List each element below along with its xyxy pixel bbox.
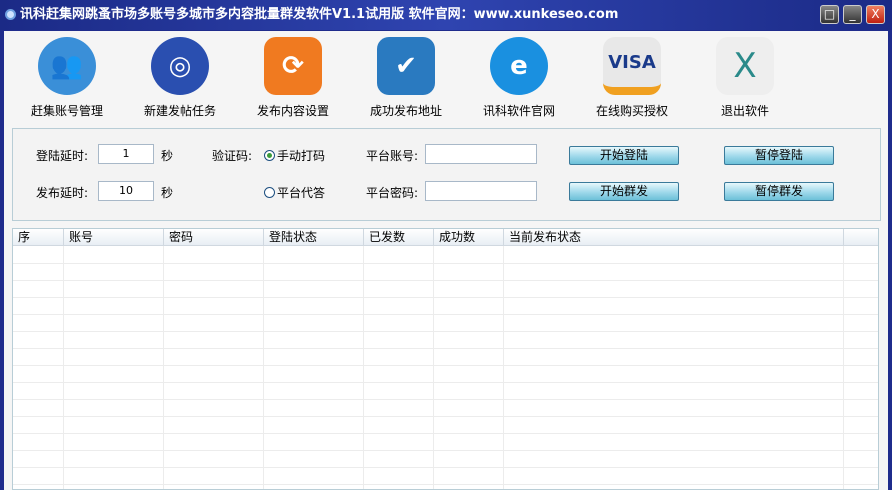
grid-line [843, 246, 844, 489]
grid-line [13, 399, 878, 400]
close-button[interactable]: X [866, 5, 885, 24]
browser-check-icon: ✔ [377, 37, 435, 95]
login-delay-input[interactable]: 1 [98, 144, 154, 164]
start-post-button[interactable]: 开始群发 [569, 182, 679, 201]
toolbar-label: 成功发布地址 [369, 104, 442, 118]
grid-line [13, 263, 878, 264]
grid-line [13, 280, 878, 281]
grid-line [13, 331, 878, 332]
captcha-label: 验证码: [212, 149, 253, 163]
maximize-button[interactable]: □ [820, 5, 839, 24]
radio-unchecked-icon [264, 187, 275, 198]
accounts-table: 序账号 密码 登陆状态 已发数 成功数 当前发布状态 [12, 228, 879, 490]
pause-post-button[interactable]: 暂停群发 [724, 182, 834, 201]
main-window: 👥 赶集账号管理 ◎ 新建发帖任务 ⟳ 发布内容设置 ✔ 成功发布地址 e 讯科软件官网 VISA 在… [4, 31, 888, 490]
captcha-platform-radio[interactable]: 平台代答 [264, 184, 325, 201]
grid-line [13, 297, 878, 298]
account-input[interactable] [425, 144, 537, 164]
toolbar-label: 发布内容设置 [256, 104, 329, 118]
column-header[interactable]: 已发数 [364, 229, 434, 246]
captcha-manual-radio[interactable]: 手动打码 [264, 147, 325, 164]
grid-line [13, 433, 878, 434]
grid-line [13, 450, 878, 451]
grid-line [13, 467, 878, 468]
grid-line [13, 314, 878, 315]
grid-line [13, 348, 878, 349]
password-input[interactable] [425, 181, 537, 201]
grid-line [13, 484, 878, 485]
password-label: 平台密码: [366, 186, 419, 200]
column-header[interactable]: 账号 [64, 229, 164, 246]
toolbar-button-users[interactable]: 👥 赶集账号管理 [12, 34, 122, 119]
grid-line [13, 416, 878, 417]
column-header[interactable] [844, 229, 878, 246]
visa-card-icon: VISA [603, 37, 661, 95]
settings-panel: 登陆延时: 1 秒 发布延时: 10 秒 验证码: 手动打码 平台代答 平台账号… [12, 128, 881, 221]
sync-icon: ⟳ [264, 37, 322, 95]
toolbar-button-sync[interactable]: ⟳ 发布内容设置 [238, 34, 348, 119]
start-login-button[interactable]: 开始登陆 [569, 146, 679, 165]
ie-browser-icon: e [490, 37, 548, 95]
title-bar: 讯科赶集网跳蚤市场多账号多城市多内容批量群发软件V1.1试用版 软件官网：www… [0, 0, 892, 30]
radio-label: 平台代答 [277, 186, 326, 200]
column-header[interactable]: 密码 [164, 229, 264, 246]
column-header[interactable]: 登陆状态 [264, 229, 364, 246]
window-title: 讯科赶集网跳蚤市场多账号多城市多内容批量群发软件V1.1试用版 软件官网：www… [20, 7, 619, 22]
toolbar-button-browser-check[interactable]: ✔ 成功发布地址 [351, 34, 461, 119]
column-header[interactable]: 序 [13, 229, 64, 246]
toolbar-label: 新建发帖任务 [143, 104, 216, 118]
sec-label: 秒 [161, 149, 174, 163]
grid-line [433, 246, 434, 489]
sec-label: 秒 [161, 186, 174, 200]
toolbar-button-exit-x[interactable]: X 退出软件 [690, 34, 800, 119]
toolbar-label: 讯科软件官网 [482, 104, 555, 118]
toolbar-label: 在线购买授权 [595, 104, 668, 118]
toolbar-button-ie-browser[interactable]: e 讯科软件官网 [464, 34, 574, 119]
table-header: 序账号 密码 登陆状态 已发数 成功数 当前发布状态 [13, 229, 878, 246]
grid-line [163, 246, 164, 489]
grid-line [503, 246, 504, 489]
exit-x-icon: X [716, 37, 774, 95]
toolbar-button-visa-card[interactable]: VISA 在线购买授权 [577, 34, 687, 119]
radio-checked-icon [264, 150, 275, 161]
grid-line [363, 246, 364, 489]
account-label: 平台账号: [366, 149, 419, 163]
radio-label: 手动打码 [277, 149, 326, 163]
toolbar-label: 退出软件 [720, 104, 769, 118]
grid-line [63, 246, 64, 489]
pause-login-button[interactable]: 暂停登陆 [724, 146, 834, 165]
minimize-button[interactable]: _ [843, 5, 862, 24]
globe-refresh-icon: ◎ [151, 37, 209, 95]
users-icon: 👥 [38, 37, 96, 95]
grid-line [263, 246, 264, 489]
post-delay-label: 发布延时: [36, 186, 89, 200]
app-icon [5, 9, 16, 20]
toolbar-button-globe-refresh[interactable]: ◎ 新建发帖任务 [125, 34, 235, 119]
grid-line [13, 382, 878, 383]
toolbar-label: 赶集账号管理 [30, 104, 103, 118]
login-delay-label: 登陆延时: [36, 149, 89, 163]
column-header[interactable]: 成功数 [434, 229, 504, 246]
post-delay-input[interactable]: 10 [98, 181, 154, 201]
column-header[interactable]: 当前发布状态 [504, 229, 844, 246]
grid-line [13, 365, 878, 366]
